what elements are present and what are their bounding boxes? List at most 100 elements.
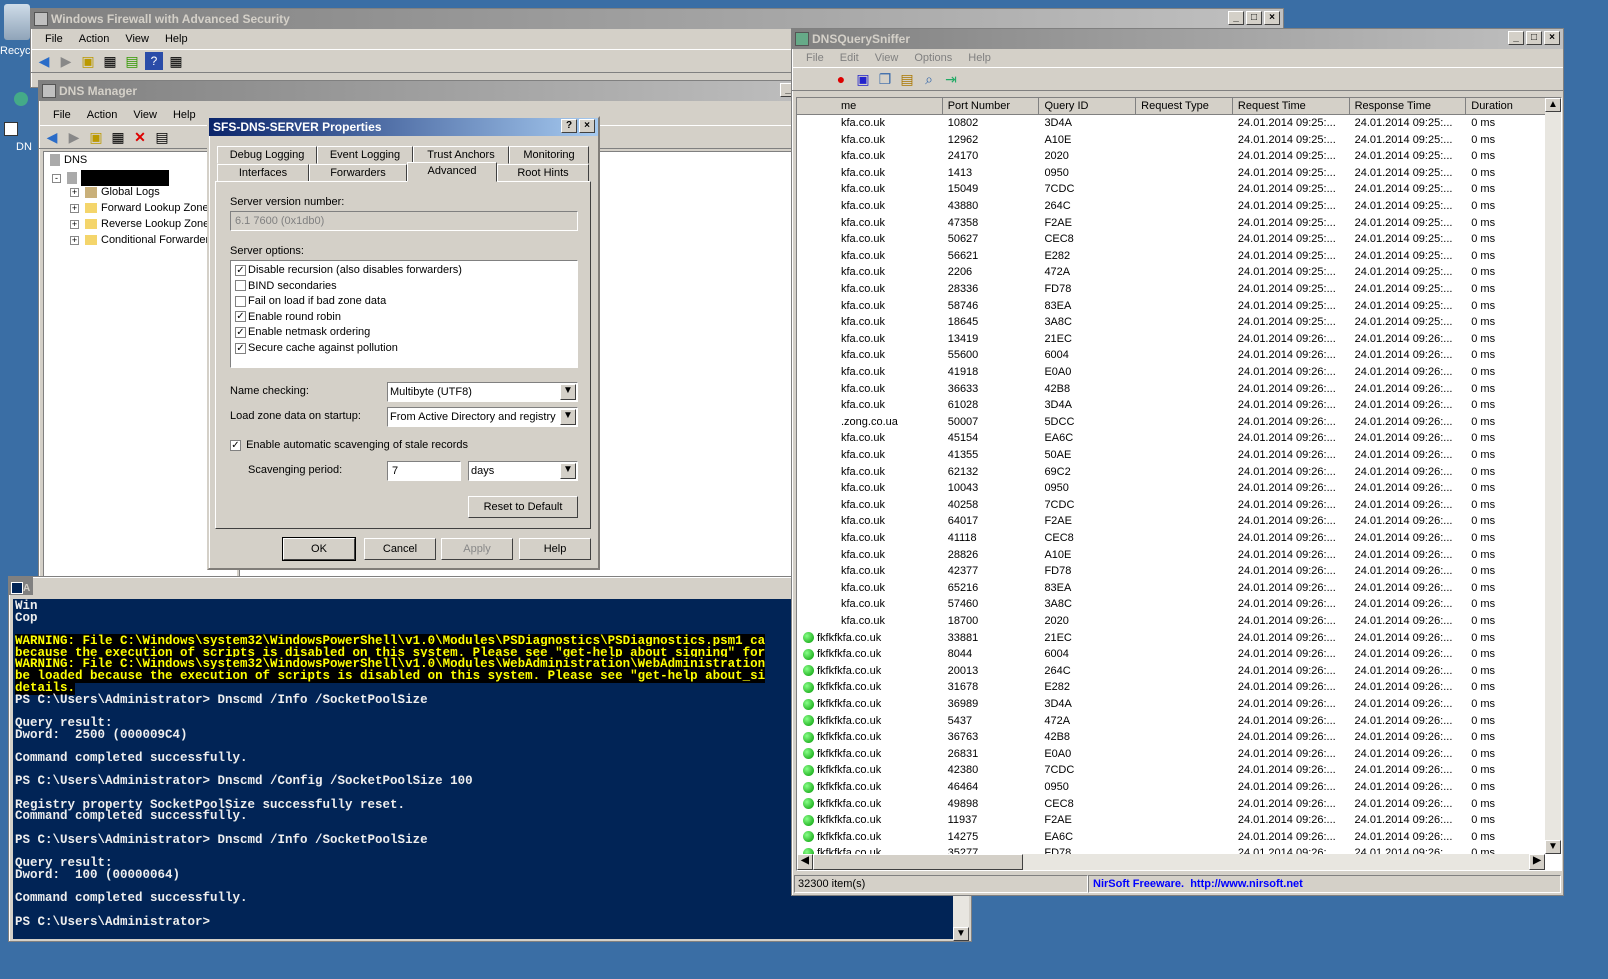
chevron-down-icon[interactable]: ▼ <box>560 409 576 425</box>
tree-item-global-logs[interactable]: + Global Logs <box>70 186 160 198</box>
table-row[interactable]: kfa.co.uk 42377 FD78 24.01.2014 09:26:... 24… <box>797 563 1545 580</box>
server-option-checkbox[interactable] <box>235 280 246 292</box>
menu-action[interactable]: Action <box>79 109 126 121</box>
load-zone-select[interactable]: From Active Directory and registry ▼ <box>387 407 578 427</box>
scroll-down-icon[interactable]: ▼ <box>1545 840 1561 854</box>
table-row[interactable]: kfa.co.uk 61028 3D4A 24.01.2014 09:26:... 24… <box>797 397 1545 414</box>
table-row[interactable]: kfa.co.uk 45154 EA6C 24.01.2014 09:26:... 24… <box>797 430 1545 447</box>
col-header[interactable]: Response Time <box>1350 98 1467 114</box>
server-option-item[interactable]: ✓ Disable recursion (also disables forwar… <box>235 263 573 279</box>
table-row[interactable]: kfa.co.uk 56621 E282 24.01.2014 09:25:... 24… <box>797 248 1545 265</box>
dns-manager-titlebar[interactable]: DNS Manager _□× <box>39 81 835 101</box>
table-row[interactable]: fkfkfkfa.co.uk 11937 F2AE 24.01.2014 09:26:… <box>797 812 1545 829</box>
table-row[interactable]: kfa.co.uk 65216 83EA 24.01.2014 09:26:... 24… <box>797 580 1545 597</box>
stop-icon[interactable]: ● <box>832 70 850 88</box>
table-row[interactable]: kfa.co.uk 24170 2020 24.01.2014 09:25:... 24… <box>797 148 1545 165</box>
server-option-checkbox[interactable]: ✓ <box>235 326 246 338</box>
menu-view[interactable]: View <box>867 52 907 64</box>
powershell-titlebar[interactable]: A <box>9 577 33 595</box>
help-icon[interactable]: ? <box>145 52 163 70</box>
col-header[interactable]: Query ID <box>1039 98 1137 114</box>
server-option-item[interactable]: ✓ Secure cache against pollution <box>235 341 573 357</box>
table-row[interactable]: kfa.co.uk 47358 F2AE 24.01.2014 09:25:... 24… <box>797 215 1545 232</box>
tab-root-hints[interactable]: Root Hints <box>497 164 589 182</box>
table-row[interactable]: kfa.co.uk 50627 CEC8 24.01.2014 09:25:... 24… <box>797 231 1545 248</box>
table-row[interactable]: kfa.co.uk 28826 A10E 24.01.2014 09:26:... 24… <box>797 547 1545 564</box>
scavenging-period-input[interactable]: 7 <box>387 461 461 481</box>
col-header[interactable]: Request Time <box>1233 98 1350 114</box>
table-row[interactable]: kfa.co.uk 55600 6004 24.01.2014 09:26:... 24… <box>797 347 1545 364</box>
menu-options[interactable]: Options <box>906 52 960 64</box>
scavenging-checkbox-row[interactable]: ✓ Enable automatic scavenging of stale r… <box>230 439 468 451</box>
tree-root-dns[interactable]: DNS <box>50 154 87 167</box>
tab-event-logging[interactable]: Event Logging <box>317 146 413 164</box>
table-row[interactable]: fkfkfkfa.co.uk 8044 6004 24.01.2014 09:26:.… <box>797 646 1545 663</box>
exit-icon[interactable]: ⇥ <box>942 70 960 88</box>
name-checking-select[interactable]: Multibyte (UTF8) ▼ <box>387 382 578 402</box>
server-option-checkbox[interactable]: ✓ <box>235 311 246 323</box>
menu-action[interactable]: Action <box>71 33 118 45</box>
show-hide-tree-icon[interactable]: ▦ <box>101 52 119 70</box>
delete-icon[interactable]: ✕ <box>131 128 149 146</box>
scroll-left-icon[interactable]: ◀ <box>797 854 813 870</box>
menu-help[interactable]: Help <box>960 52 999 64</box>
menu-view[interactable]: View <box>117 33 157 45</box>
tab-debug-logging[interactable]: Debug Logging <box>217 146 317 164</box>
properties-icon[interactable]: ▤ <box>153 128 171 146</box>
network-icon[interactable] <box>14 92 28 106</box>
save-icon[interactable]: ▣ <box>854 70 872 88</box>
table-row[interactable]: fkfkfkfa.co.uk 5437 472A 24.01.2014 09:26:.… <box>797 713 1545 730</box>
table-row[interactable]: kfa.co.uk 58746 83EA 24.01.2014 09:25:... 24… <box>797 298 1545 315</box>
forward-icon[interactable]: ▶ <box>57 52 75 70</box>
server-option-checkbox[interactable]: ✓ <box>235 264 246 276</box>
table-row[interactable]: kfa.co.uk 12962 A10E 24.01.2014 09:25:... 24… <box>797 132 1545 149</box>
sniffer-titlebar[interactable]: DNSQuerySniffer _ □ × <box>792 29 1563 49</box>
options-icon[interactable]: ▤ <box>898 70 916 88</box>
collapse-icon[interactable]: - <box>52 173 61 183</box>
vertical-scrollbar[interactable]: ▲ ▼ <box>1545 98 1561 854</box>
apply-button[interactable]: Apply <box>441 538 513 560</box>
tab-advanced[interactable]: Advanced <box>407 162 497 182</box>
scroll-right-icon[interactable]: ▶ <box>1529 854 1545 870</box>
scroll-thumb[interactable] <box>813 854 1023 870</box>
table-row[interactable]: kfa.co.uk 15049 7CDC 24.01.2014 09:25:... 24… <box>797 181 1545 198</box>
server-option-checkbox[interactable]: ✓ <box>235 342 246 354</box>
status-nirsoft-link[interactable]: NirSoft Freeware. http://www.nirsoft.net <box>1088 875 1561 893</box>
scavenging-unit-select[interactable]: days ▼ <box>468 461 578 481</box>
find-icon[interactable]: ⌕ <box>920 70 938 88</box>
menu-edit[interactable]: Edit <box>832 52 867 64</box>
table-row[interactable]: fkfkfkfa.co.uk 26831 E0A0 24.01.2014 09:26:… <box>797 746 1545 763</box>
cancel-button[interactable]: Cancel <box>364 538 436 560</box>
server-option-item[interactable]: Fail on load if bad zone data <box>235 294 573 310</box>
tree-item-conditional-forwarders[interactable]: + Conditional Forwarder <box>70 234 209 246</box>
menu-file[interactable]: File <box>37 33 71 45</box>
close-button[interactable]: × <box>1544 31 1560 45</box>
tree-item-forward-lookup[interactable]: + Forward Lookup Zone <box>70 202 209 214</box>
menu-view[interactable]: View <box>125 109 165 121</box>
menu-help[interactable]: Help <box>157 33 196 45</box>
maximize-button[interactable]: □ <box>1526 31 1542 45</box>
dns-shortcut-icon[interactable] <box>4 122 18 136</box>
scavenging-checkbox[interactable]: ✓ <box>230 439 241 451</box>
menu-help[interactable]: Help <box>165 109 204 121</box>
col-header[interactable]: me <box>797 98 943 114</box>
table-row[interactable]: fkfkfkfa.co.uk 36763 42B8 24.01.2014 09:26:… <box>797 729 1545 746</box>
maximize-button[interactable]: □ <box>1246 11 1262 25</box>
server-option-item[interactable]: BIND secondaries <box>235 279 573 295</box>
col-header[interactable]: Duration <box>1466 98 1545 114</box>
properties-titlebar[interactable]: SFS-DNS-SERVER Properties ? × <box>209 118 598 136</box>
table-row[interactable]: fkfkfkfa.co.uk 20013 264C 24.01.2014 09:26:… <box>797 663 1545 680</box>
table-row[interactable]: kfa.co.uk 28336 FD78 24.01.2014 09:25:... 24… <box>797 281 1545 298</box>
table-row[interactable]: kfa.co.uk 43880 264C 24.01.2014 09:25:... 24… <box>797 198 1545 215</box>
table-row[interactable]: kfa.co.uk 36633 42B8 24.01.2014 09:26:... 24… <box>797 381 1545 398</box>
table-row[interactable]: fkfkfkfa.co.uk 49898 CEC8 24.01.2014 09:26:… <box>797 796 1545 813</box>
table-row[interactable]: kfa.co.uk 18645 3A8C 24.01.2014 09:25:... 24… <box>797 314 1545 331</box>
close-button[interactable]: × <box>1264 11 1280 25</box>
table-row[interactable]: kfa.co.uk 2206 472A 24.01.2014 09:25:... 24.… <box>797 264 1545 281</box>
tab-monitoring[interactable]: Monitoring <box>509 146 589 164</box>
server-option-item[interactable]: ✓ Enable round robin <box>235 310 573 326</box>
table-row[interactable]: fkfkfkfa.co.uk 33881 21EC 24.01.2014 09:26:… <box>797 630 1545 647</box>
expand-icon[interactable]: + <box>70 236 79 245</box>
table-row[interactable]: kfa.co.uk 57460 3A8C 24.01.2014 09:26:... 24… <box>797 596 1545 613</box>
reset-to-default-button[interactable]: Reset to Default <box>468 496 578 518</box>
